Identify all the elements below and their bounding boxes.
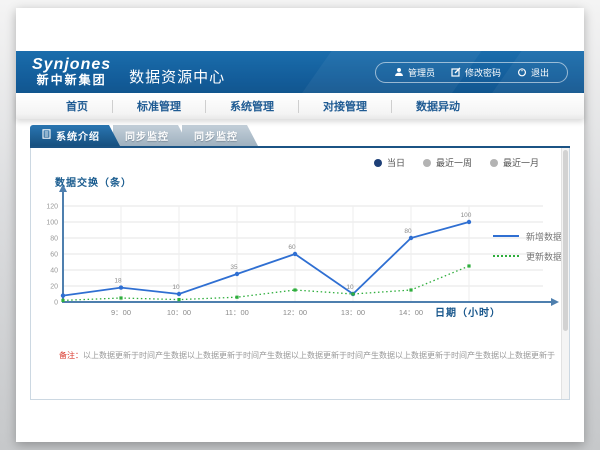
power-icon — [517, 67, 527, 77]
user-toolbar: 管理员 修改密码 退出 — [375, 62, 568, 83]
tab-system-intro[interactable]: 系统介绍 — [30, 125, 120, 146]
panel-scrollbar[interactable] — [561, 148, 569, 399]
svg-text:10: 10 — [172, 284, 180, 291]
current-user-button[interactable]: 管理员 — [386, 66, 443, 79]
desktop-background: Synjones 新中新集团 数据资源中心 管理员 修改密码 — [0, 0, 600, 450]
legend-label: 更新数据 — [526, 250, 562, 263]
chart-panel: 当日 最近一周 最近一月 数据交换（条） 0 20 40 60 80 100 120 9：00… — [30, 148, 570, 400]
nav-item-data-change[interactable]: 数据异动 — [392, 98, 484, 114]
svg-text:35: 35 — [230, 264, 238, 271]
filter-today[interactable]: 当日 — [374, 156, 405, 169]
nav-item-system-mgmt[interactable]: 系统管理 — [206, 98, 298, 114]
radio-icon — [423, 159, 431, 167]
footnote: 备注：以上数据更新于时间产生数据以上数据更新于时间产生数据以上数据更新于时间产生… — [59, 350, 559, 361]
svg-text:11：00: 11：00 — [225, 308, 249, 317]
change-password-button[interactable]: 修改密码 — [443, 66, 509, 79]
svg-text:9：00: 9：00 — [111, 308, 131, 317]
svg-text:10：00: 10：00 — [167, 308, 191, 317]
svg-text:10: 10 — [346, 284, 354, 291]
chart-legend: 新增数据 更新数据 — [493, 226, 562, 266]
svg-text:40: 40 — [50, 268, 58, 275]
tab-sync-monitor-1[interactable]: 同步监控 — [113, 125, 189, 146]
svg-text:60: 60 — [288, 244, 296, 251]
nav-item-interface-mgmt[interactable]: 对接管理 — [299, 98, 391, 114]
dotted-line-icon — [493, 255, 519, 257]
legend-item-updated-data: 更新数据 — [493, 246, 562, 266]
filter-label: 最近一周 — [436, 156, 472, 169]
legend-item-new-data: 新增数据 — [493, 226, 562, 246]
main-nav: 首页 标准管理 系统管理 对接管理 数据异动 — [16, 93, 584, 119]
radio-icon — [490, 159, 498, 167]
edit-icon — [451, 67, 461, 77]
svg-text:0: 0 — [54, 300, 58, 307]
legend-label: 新增数据 — [526, 230, 562, 243]
filter-last-week[interactable]: 最近一周 — [423, 156, 472, 169]
svg-text:60: 60 — [50, 252, 58, 259]
nav-item-standard-mgmt[interactable]: 标准管理 — [113, 98, 205, 114]
solid-line-icon — [493, 235, 519, 237]
nav-item-home[interactable]: 首页 — [42, 98, 112, 114]
user-label: 管理员 — [408, 66, 435, 79]
tab-label: 同步监控 — [125, 128, 169, 143]
radio-icon — [374, 159, 382, 167]
filter-label: 当日 — [387, 156, 405, 169]
user-icon — [394, 67, 404, 77]
scrollbar-thumb[interactable] — [563, 150, 568, 331]
x-axis-title: 日期（小时） — [435, 304, 501, 319]
svg-text:12：00: 12：00 — [283, 308, 307, 317]
svg-text:14：00: 14：00 — [399, 308, 423, 317]
app-title: 数据资源中心 — [129, 66, 225, 87]
svg-text:100: 100 — [461, 212, 472, 219]
time-range-filters: 当日 最近一周 最近一月 — [374, 156, 539, 169]
tab-label: 系统介绍 — [56, 128, 100, 143]
tab-sync-monitor-2[interactable]: 同步监控 — [182, 125, 258, 146]
svg-text:80: 80 — [404, 228, 412, 235]
svg-text:100: 100 — [46, 220, 58, 227]
app-header: Synjones 新中新集团 数据资源中心 管理员 修改密码 — [16, 51, 584, 93]
footnote-prefix: 备注： — [59, 351, 83, 360]
document-icon — [42, 129, 51, 142]
svg-text:13：00: 13：00 — [341, 308, 365, 317]
brand-logo-text-en: Synjones — [32, 57, 111, 73]
svg-text:18: 18 — [114, 278, 122, 285]
logout-label: 退出 — [531, 66, 549, 79]
change-password-label: 修改密码 — [465, 66, 501, 79]
tab-label: 同步监控 — [194, 128, 238, 143]
svg-text:80: 80 — [50, 236, 58, 243]
tab-underline — [30, 146, 570, 148]
svg-text:120: 120 — [46, 204, 58, 211]
filter-label: 最近一月 — [503, 156, 539, 169]
brand-logo: Synjones 新中新集团 — [32, 57, 111, 87]
filter-last-month[interactable]: 最近一月 — [490, 156, 539, 169]
footnote-text: 以上数据更新于时间产生数据以上数据更新于时间产生数据以上数据更新于时间产生数据以… — [83, 351, 555, 360]
tab-bar: 系统介绍 同步监控 同步监控 — [30, 125, 570, 146]
svg-text:20: 20 — [50, 284, 58, 291]
brand-logo-text-cn: 新中新集团 — [37, 73, 107, 87]
app-window: Synjones 新中新集团 数据资源中心 管理员 修改密码 — [16, 8, 584, 442]
logout-button[interactable]: 退出 — [509, 66, 557, 79]
main-content: 系统介绍 同步监控 同步监控 当日 最近一 — [30, 125, 570, 400]
y-axis-title: 数据交换（条） — [55, 174, 132, 189]
